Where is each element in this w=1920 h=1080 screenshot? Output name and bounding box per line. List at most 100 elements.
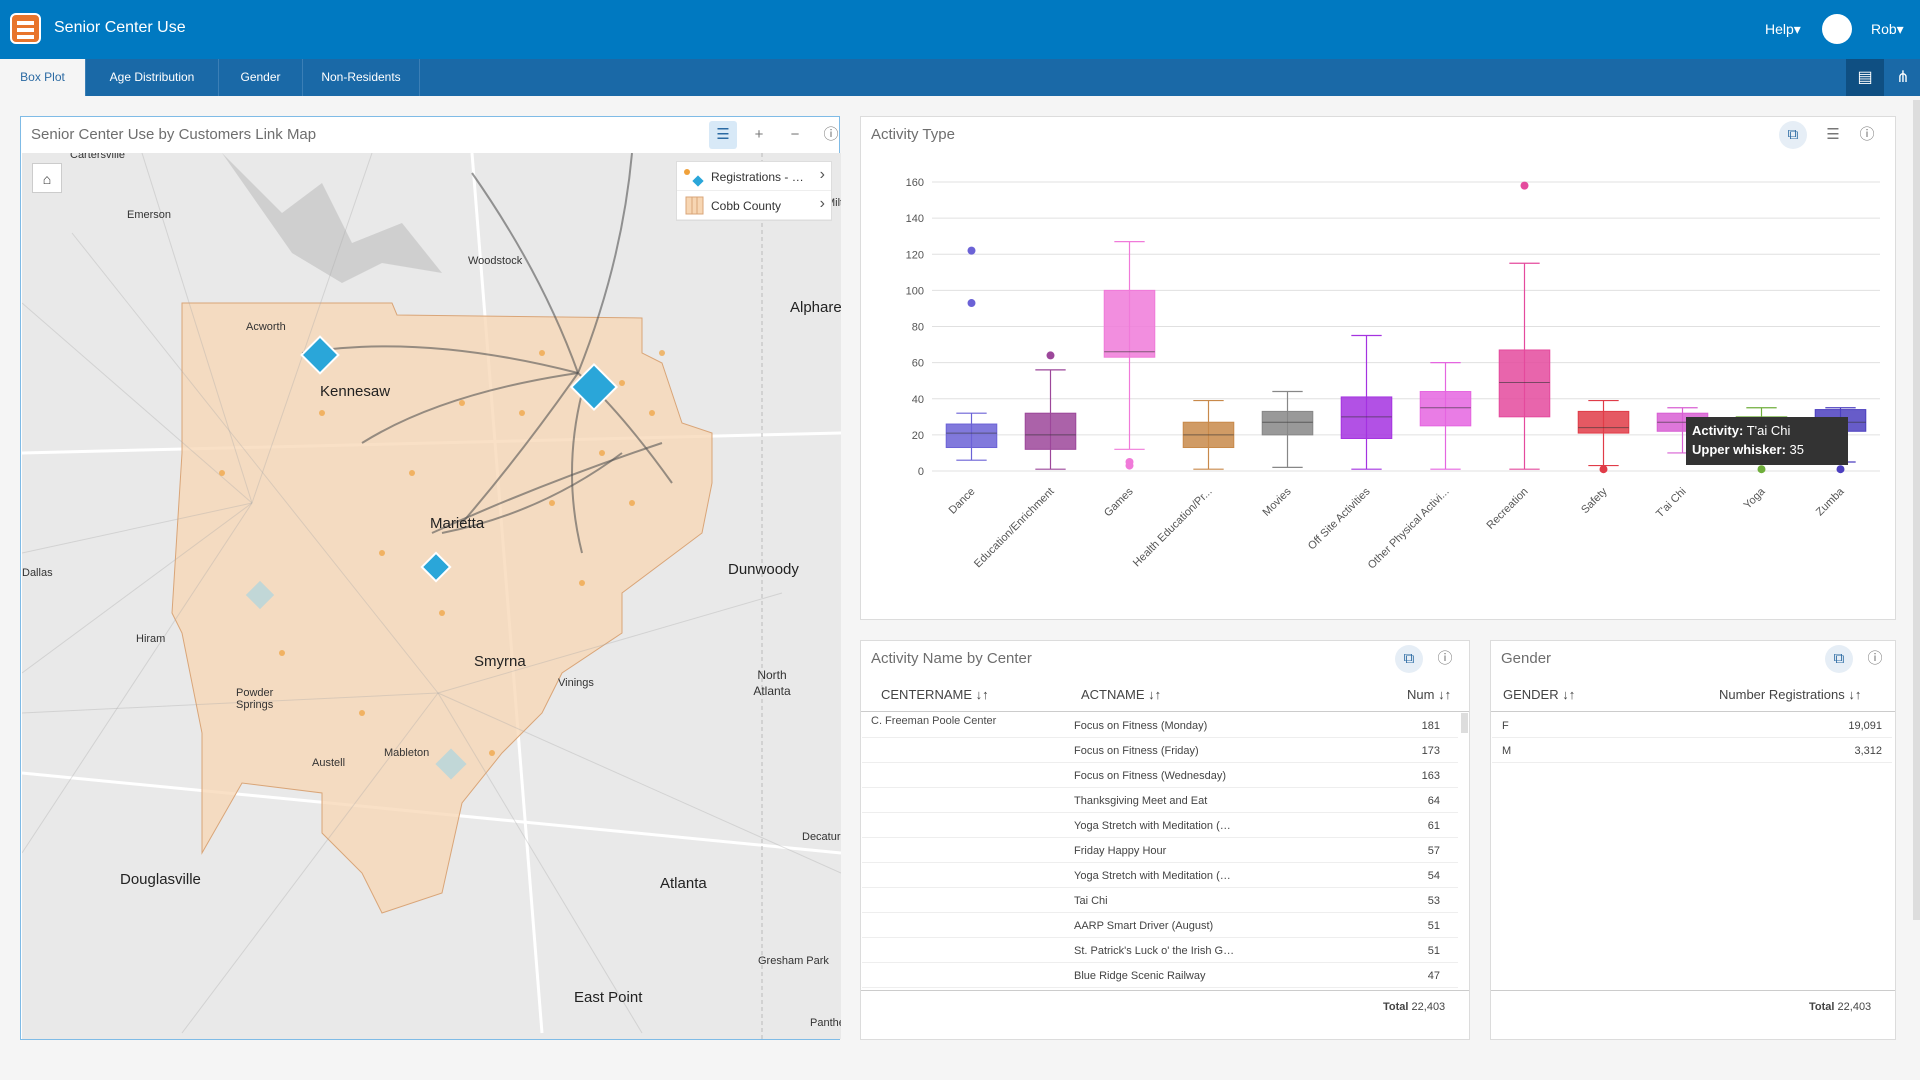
table-row[interactable]: Yoga Stretch with Meditation (… 61 — [862, 813, 1458, 838]
legend-label: Registrations - … — [711, 170, 804, 184]
map-card-title: Senior Center Use by Customers Link Map — [31, 126, 317, 143]
polygon-layer-icon — [685, 196, 704, 215]
actname-cell: Blue Ridge Scenic Railway — [1074, 970, 1206, 982]
gender-table-title: Gender — [1501, 650, 1552, 667]
app-header: Senior Center Use Help▾ Rob▾ — [0, 0, 1920, 59]
tab-box-plot[interactable]: Box Plot — [0, 59, 86, 96]
flip-card-icon[interactable]: ⧉ — [1395, 645, 1423, 673]
chart-tooltip: Activity: T'ai Chi Upper whisker: 35 — [1686, 417, 1848, 465]
map-place-label: Douglasville — [120, 871, 201, 888]
table-row[interactable]: Focus on Fitness (Friday) 173 — [862, 738, 1458, 763]
flow-layer-icon — [684, 169, 704, 187]
tab-non-residents[interactable]: Non-Residents — [303, 59, 420, 96]
num-cell: 61 — [1427, 820, 1440, 832]
tab-gender[interactable]: Gender — [219, 59, 303, 96]
map-place-label: Powder Springs — [236, 687, 274, 711]
table-row[interactable]: Yoga Stretch with Meditation (… 54 — [862, 863, 1458, 888]
user-menu[interactable]: Rob▾ — [1871, 21, 1904, 38]
legend-item-cobb-county[interactable]: Cobb County › — [677, 191, 831, 220]
num-cell: 64 — [1427, 795, 1440, 807]
map-place-label: North Atlanta — [753, 668, 791, 698]
map-place-label: Smyrna — [474, 653, 526, 670]
activity-card-title: Activity Type — [871, 126, 955, 143]
help-menu[interactable]: Help▾ — [1765, 21, 1801, 38]
map-canvas — [22, 153, 841, 1039]
num-cell: 181 — [1421, 720, 1440, 732]
map-legend: Registrations - … › Cobb County › — [676, 161, 832, 221]
table-row[interactable]: M 3,312 — [1492, 738, 1892, 763]
info-icon[interactable]: ⓘ — [1861, 645, 1889, 673]
map-place-label: Woodstock — [468, 255, 523, 267]
layout-view-icon[interactable]: ▤ — [1846, 59, 1884, 96]
column-header-centername[interactable]: CENTERNAME ↓↑ — [881, 687, 989, 702]
map-place-label: Cartersville — [70, 153, 126, 161]
num-cell: 163 — [1421, 770, 1440, 782]
num-cell: 51 — [1427, 945, 1440, 957]
gender-cell: F — [1502, 720, 1509, 732]
num-cell: 53 — [1427, 895, 1440, 907]
map-place-label: Marietta — [430, 515, 485, 532]
table-row[interactable]: St. Patrick's Luck o' the Irish G… 51 — [862, 938, 1458, 963]
total-label: Total — [1383, 1001, 1409, 1013]
activity-table-card: Activity Name by Center ⧉ ⓘ CENTERNAME ↓… — [860, 640, 1470, 1040]
page-scrollbar[interactable] — [1913, 100, 1920, 920]
actname-cell: Thanksgiving Meet and Eat — [1074, 795, 1208, 807]
gender-cell: M — [1502, 745, 1512, 757]
home-icon[interactable]: ⌂ — [32, 163, 62, 193]
info-icon[interactable]: ⓘ — [1853, 121, 1881, 149]
link-map[interactable]: Cartersville Emerson Woodstock Acworth K… — [22, 153, 841, 1039]
table-row[interactable]: Tai Chi 53 — [862, 888, 1458, 913]
map-place-label: Acworth — [246, 321, 286, 333]
total-value: 22,403 — [1837, 1001, 1872, 1013]
tab-age-distribution[interactable]: Age Distribution — [86, 59, 219, 96]
table-row[interactable]: F 19,091 — [1492, 713, 1892, 738]
table-row[interactable]: Focus on Fitness (Wednesday) 163 — [862, 763, 1458, 788]
column-header-num[interactable]: Num ↓↑ — [1407, 687, 1451, 702]
zoom-in-icon[interactable]: + — [745, 121, 773, 149]
table-scrollbar[interactable] — [1461, 713, 1468, 733]
column-header-actname[interactable]: ACTNAME ↓↑ — [1081, 687, 1161, 702]
map-place-label: Dunwoody — [728, 561, 799, 578]
column-header-label: Num — [1407, 687, 1435, 702]
tooltip-label: Activity: — [1692, 423, 1744, 438]
num-cell: 54 — [1427, 870, 1440, 882]
flip-card-icon[interactable]: ⧉ — [1825, 645, 1853, 673]
legend-item-registrations[interactable]: Registrations - … › — [677, 162, 831, 191]
map-place-label: East Point — [574, 989, 643, 1006]
avatar[interactable] — [1822, 14, 1852, 44]
total-value: 22,403 — [1411, 1001, 1446, 1013]
num-cell: 57 — [1427, 845, 1440, 857]
table-row[interactable]: Blue Ridge Scenic Railway 47 — [862, 963, 1458, 988]
connections-icon[interactable]: ⋔ — [1884, 59, 1920, 96]
actname-cell: Yoga Stretch with Meditation (… — [1074, 820, 1231, 832]
table-row[interactable]: Thanksgiving Meet and Eat 64 — [862, 788, 1458, 813]
map-place-label: Alpharetta — [790, 299, 841, 316]
info-icon[interactable]: ⓘ — [1431, 645, 1459, 673]
num-cell: 47 — [1427, 970, 1440, 982]
map-place-label: Gresham Park — [758, 955, 829, 967]
map-place-label: Atlanta — [660, 875, 707, 892]
count-cell: 3,312 — [1854, 745, 1882, 757]
flip-card-icon[interactable]: ⧉ — [1779, 121, 1807, 149]
actname-cell: AARP Smart Driver (August) — [1074, 920, 1214, 932]
table-row[interactable]: Focus on Fitness (Monday) 181 — [862, 713, 1458, 738]
column-header-gender[interactable]: GENDER ↓↑ — [1503, 687, 1575, 702]
app-logo-icon — [10, 13, 41, 44]
column-header-number-registrations[interactable]: Number Registrations ↓↑ — [1719, 687, 1861, 702]
table-row[interactable]: Friday Happy Hour 57 — [862, 838, 1458, 863]
info-icon[interactable]: ⓘ — [817, 121, 845, 149]
map-place-label: Panthersville — [810, 1017, 841, 1029]
actname-cell: Tai Chi — [1074, 895, 1108, 907]
map-card: Senior Center Use by Customers Link Map … — [20, 116, 841, 1040]
table-row[interactable]: AARP Smart Driver (August) 51 — [862, 913, 1458, 938]
legend-toggle-icon[interactable]: ☰ — [1819, 121, 1847, 149]
map-place-label: Austell — [312, 757, 346, 769]
num-cell: 173 — [1421, 745, 1440, 757]
page-tabs: Box Plot Age Distribution Gender Non-Res… — [0, 59, 1920, 96]
map-place-label: Decatur — [802, 831, 841, 843]
map-place-label: Kennesaw — [320, 383, 391, 400]
zoom-out-icon[interactable]: − — [781, 121, 809, 149]
legend-toggle-icon[interactable]: ☰ — [709, 121, 737, 149]
chevron-right-icon: › — [819, 195, 825, 212]
actname-cell: St. Patrick's Luck o' the Irish G… — [1074, 945, 1235, 957]
